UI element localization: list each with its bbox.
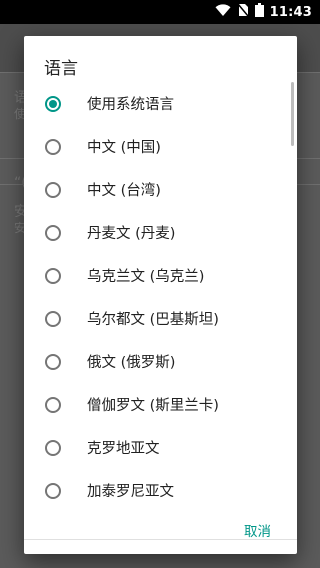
- language-option[interactable]: 使用系统语言: [24, 82, 297, 125]
- language-option-label: 使用系统语言: [87, 97, 174, 113]
- language-option-list[interactable]: 使用系统语言 中文 (中国) 中文 (台湾) 丹麦文 (丹麦) 乌克兰文 (乌克…: [24, 82, 297, 539]
- radio-button[interactable]: [45, 439, 61, 456]
- radio-button[interactable]: [45, 310, 61, 327]
- radio-button[interactable]: [45, 95, 61, 112]
- dialog-title: 语言: [44, 59, 78, 79]
- radio-button[interactable]: [45, 138, 61, 155]
- language-option[interactable]: 加泰罗尼亚文: [24, 469, 297, 512]
- radio-button[interactable]: [45, 224, 61, 241]
- language-option-label: 加泰罗尼亚文: [87, 484, 174, 500]
- language-option-label: 中文 (中国): [87, 140, 161, 156]
- language-option[interactable]: 丹麦文 (丹麦): [24, 211, 297, 254]
- language-option[interactable]: 中文 (中国): [24, 125, 297, 168]
- language-option-label: 乌克兰文 (乌克兰): [87, 269, 205, 285]
- scrollbar[interactable]: [291, 82, 294, 146]
- radio-button[interactable]: [45, 482, 61, 499]
- language-option-label: 乌尔都文 (巴基斯坦): [87, 312, 219, 328]
- radio-button[interactable]: [45, 181, 61, 198]
- radio-button[interactable]: [45, 267, 61, 284]
- radio-button[interactable]: [45, 353, 61, 370]
- wifi-icon: [215, 3, 231, 21]
- status-bar: 11:43: [0, 0, 320, 24]
- language-option-label: 僧伽罗文 (斯里兰卡): [87, 398, 219, 414]
- language-dialog: 语言 使用系统语言 中文 (中国) 中文 (台湾) 丹麦文 (丹麦) 乌克兰文 …: [24, 36, 297, 554]
- radio-button[interactable]: [45, 396, 61, 413]
- cancel-button[interactable]: 取消: [244, 520, 271, 540]
- language-option[interactable]: 乌克兰文 (乌克兰): [24, 254, 297, 297]
- language-option[interactable]: 僧伽罗文 (斯里兰卡): [24, 383, 297, 426]
- language-option-label: 俄文 (俄罗斯): [87, 355, 176, 371]
- status-time: 11:43: [269, 4, 312, 20]
- language-option[interactable]: 乌尔都文 (巴基斯坦): [24, 297, 297, 340]
- no-sim-icon: [237, 3, 249, 21]
- language-option[interactable]: 克罗地亚文: [24, 426, 297, 469]
- language-option[interactable]: 中文 (台湾): [24, 168, 297, 211]
- language-option-label: 丹麦文 (丹麦): [87, 226, 176, 242]
- battery-icon: [254, 3, 264, 21]
- language-option-label: 中文 (台湾): [87, 183, 161, 199]
- language-option[interactable]: 俄文 (俄罗斯): [24, 340, 297, 383]
- language-option-label: 克罗地亚文: [87, 441, 160, 457]
